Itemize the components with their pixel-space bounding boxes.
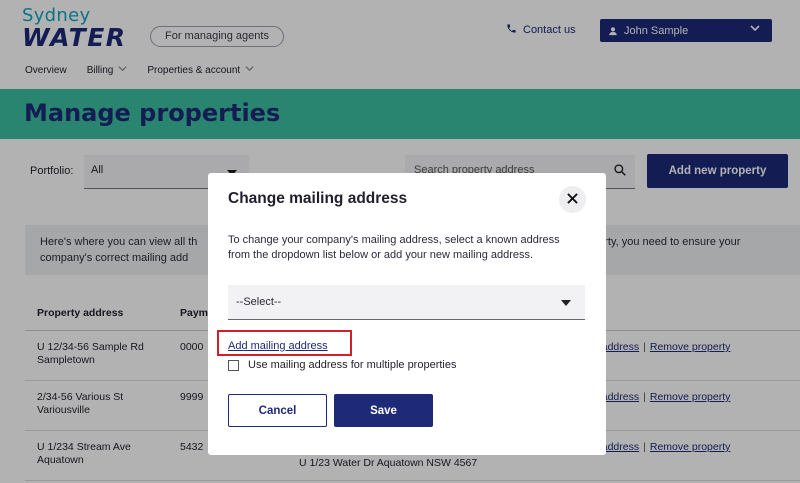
close-icon (567, 191, 578, 209)
add-mailing-address-link[interactable]: Add mailing address (228, 340, 328, 352)
mailing-address-select[interactable]: --Select-- (228, 285, 585, 320)
cancel-button[interactable]: Cancel (228, 394, 327, 427)
dialog-title: Change mailing address (228, 190, 408, 207)
dialog-description: To change your company's mailing address… (228, 234, 560, 261)
select-value: --Select-- (236, 296, 282, 308)
caret-down-icon (561, 300, 571, 306)
multiple-properties-checkbox[interactable] (228, 359, 239, 371)
close-button[interactable] (559, 186, 586, 213)
multiple-properties-option: Use mailing address for multiple propert… (228, 359, 456, 371)
change-mailing-address-dialog: Change mailing address To change your co… (208, 173, 606, 455)
add-mailing-highlight: Add mailing address (217, 330, 352, 356)
save-button[interactable]: Save (334, 394, 433, 427)
multiple-properties-label: Use mailing address for multiple propert… (248, 359, 457, 371)
